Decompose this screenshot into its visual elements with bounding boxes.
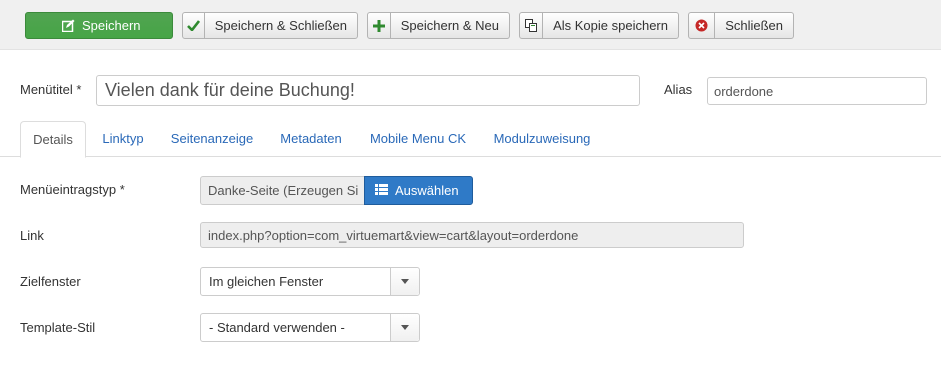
plus-icon	[368, 13, 391, 38]
tab-linktyp[interactable]: Linktyp	[94, 121, 152, 157]
save-new-label: Speichern & Neu	[400, 18, 499, 33]
link-label: Link	[20, 228, 44, 243]
menu-type-field: Danke-Seite (Erzeugen Si	[200, 176, 365, 205]
tab-bar: Details Linktyp Seitenanzeige Metadaten …	[0, 121, 941, 158]
template-value: - Standard verwenden -	[209, 320, 345, 335]
save-new-button[interactable]: Speichern & Neu	[367, 12, 510, 39]
save-close-label: Speichern & Schließen	[214, 18, 347, 33]
select-menu-type-button[interactable]: Auswählen	[364, 176, 473, 205]
save-close-button[interactable]: Speichern & Schließen	[182, 12, 358, 39]
template-label: Template-Stil	[20, 320, 96, 335]
menu-type-value: Danke-Seite (Erzeugen Si	[208, 183, 359, 198]
close-label: Schließen	[725, 18, 783, 33]
target-select[interactable]: Im gleichen Fenster	[200, 267, 420, 296]
template-select[interactable]: - Standard verwenden -	[200, 313, 420, 342]
close-button[interactable]: Schließen	[688, 12, 794, 39]
copy-icon	[520, 13, 544, 38]
check-icon	[183, 13, 205, 38]
save-copy-button[interactable]: Als Kopie speichern	[519, 12, 679, 39]
tab-seitenanzeige[interactable]: Seitenanzeige	[164, 121, 260, 157]
save-copy-label: Als Kopie speichern	[553, 18, 668, 33]
tab-modulzuweisung[interactable]: Modulzuweisung	[487, 121, 597, 157]
link-field: index.php?option=com_virtuemart&view=car…	[200, 222, 744, 248]
tab-details[interactable]: Details	[20, 121, 86, 158]
tab-mobile-menu-ck[interactable]: Mobile Menu CK	[363, 121, 473, 157]
link-value: index.php?option=com_virtuemart&view=car…	[208, 227, 579, 243]
chevron-down-icon	[390, 314, 419, 341]
edit-icon	[61, 19, 75, 35]
tab-metadaten[interactable]: Metadaten	[273, 121, 349, 157]
cancel-icon	[689, 13, 716, 38]
alias-input[interactable]	[707, 77, 927, 105]
save-button[interactable]: Speichern	[25, 12, 173, 39]
alias-label: Alias	[664, 82, 693, 97]
target-label: Zielfenster	[20, 274, 81, 289]
list-icon	[375, 183, 388, 198]
chevron-down-icon	[390, 268, 419, 295]
select-button-label: Auswählen	[395, 183, 459, 198]
toolbar: Speichern Speichern & Schließen Speicher…	[0, 0, 941, 50]
title-label: Menütitel *	[20, 82, 82, 97]
title-input[interactable]	[96, 75, 640, 106]
menu-type-label: Menüeintragstyp *	[20, 182, 125, 197]
target-value: Im gleichen Fenster	[209, 274, 324, 289]
